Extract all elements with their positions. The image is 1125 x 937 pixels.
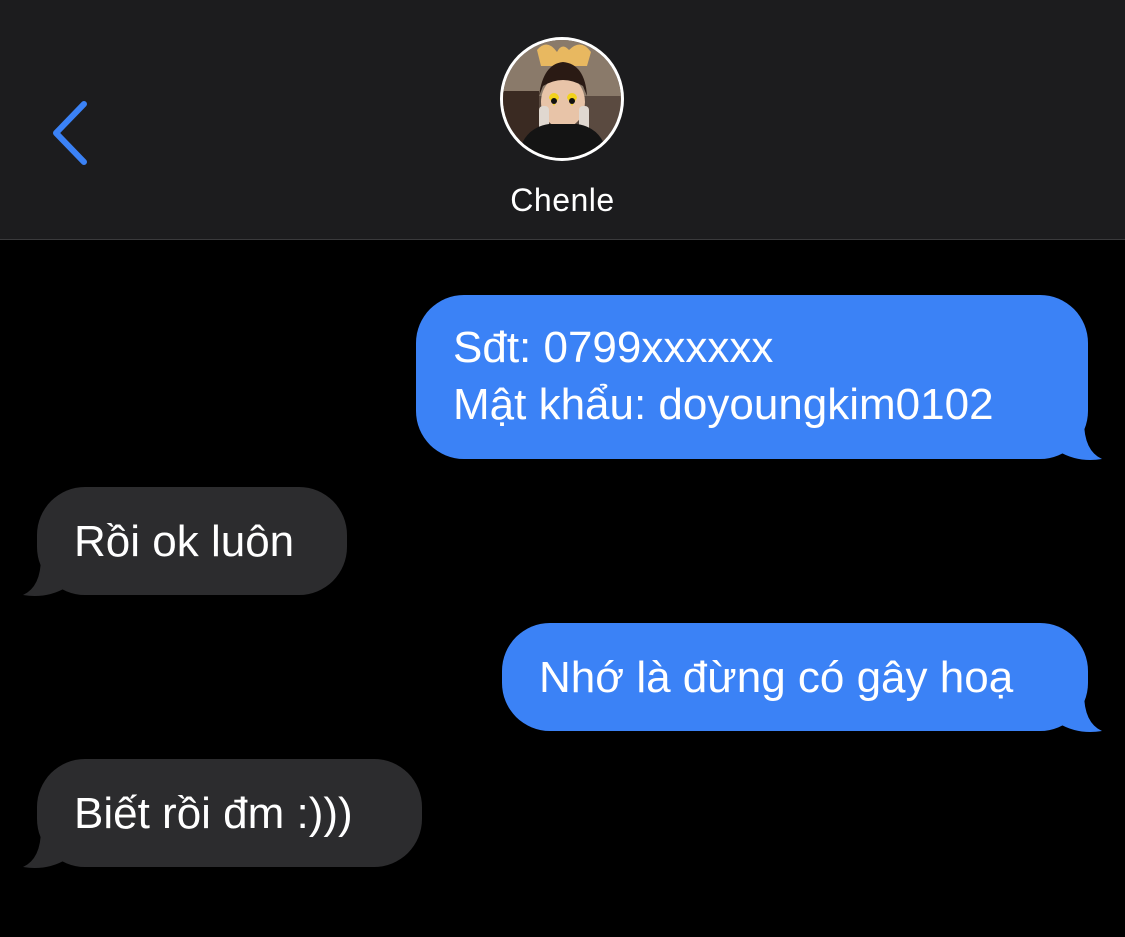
avatar-photo-icon <box>500 37 624 161</box>
message-bubble-sent[interactable]: Nhớ là đừng có gây hoạ <box>502 623 1102 732</box>
message-text-line: Sđt: 0799xxxxxx <box>453 323 774 372</box>
message-thread: Sđt: 0799xxxxxx Mật khẩu: doyoungkim0102… <box>0 240 1125 937</box>
message-bubble-received[interactable]: Biết rồi đm :))) <box>23 759 422 868</box>
conversation-header: Chenle <box>0 0 1125 240</box>
bubble-tail-icon <box>23 557 67 596</box>
message-text-line: Mật khẩu: doyoungkim0102 <box>453 380 994 429</box>
contact-name[interactable]: Chenle <box>0 182 1125 219</box>
bubble-tail-icon <box>23 829 67 868</box>
message-bubble-received[interactable]: Rồi ok luôn <box>23 487 347 596</box>
contact-avatar[interactable] <box>499 36 625 162</box>
message-text-line: Biết rồi đm :))) <box>74 789 353 838</box>
message-text-line: Rồi ok luôn <box>74 517 295 566</box>
message-bubble-sent[interactable]: Sđt: 0799xxxxxx Mật khẩu: doyoungkim0102 <box>416 295 1102 460</box>
chevron-left-icon <box>53 101 87 165</box>
message-text-line: Nhớ là đừng có gây hoạ <box>539 653 1014 702</box>
back-button[interactable] <box>40 90 110 180</box>
